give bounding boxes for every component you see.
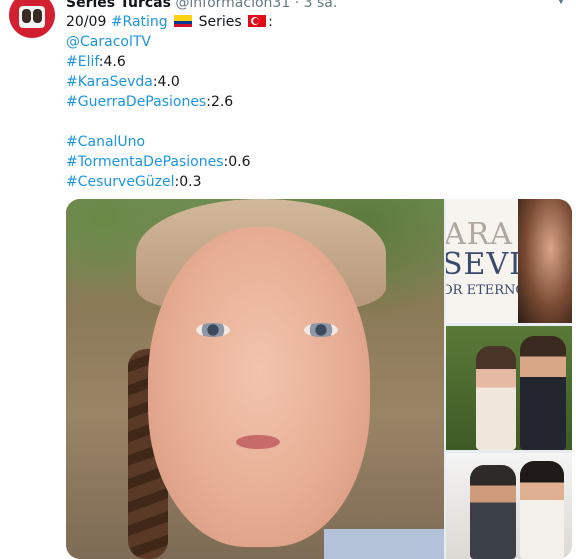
photo-shirt [324,529,444,559]
media-photo-karasevda[interactable]: ARA SEVDA OR ETERNO [446,199,572,323]
rating-row: #CesurveGüzel:0.3 [66,172,546,192]
rating-row: #Elif:4.6 [66,52,546,72]
header-separator: · [294,0,300,11]
photo-eye-right [304,323,338,337]
photo-person [520,461,564,559]
flag-turkey-icon [248,15,267,27]
channel-line: #CanalUno [66,132,546,152]
chevron-down-icon[interactable]: ▼ [556,0,566,6]
poster-subtitle: OR ETERNO [446,283,527,298]
rating-value: :0.3 [174,174,202,190]
tweet-timestamp[interactable]: 3 sa. [304,0,338,11]
flag-colombia-icon [174,15,193,27]
media-photo-cesurvegüzel[interactable] [446,453,572,559]
avatar[interactable] [9,0,55,38]
tweet-header: Series Turcas @informacion31 · 3 sa. [66,0,337,12]
rating-value: :4.0 [152,74,180,90]
hashtag-tormentadepasiones[interactable]: #TormentaDePasiones [66,154,224,170]
hashtag-rating[interactable]: #Rating [111,14,168,30]
media-photo-couple[interactable] [446,326,572,450]
tweet-text: 20/09 #Rating Series : @CaracolTV #Elif:… [66,12,546,192]
rating-value: :4.6 [98,54,126,70]
poster-couple [518,199,572,323]
rating-row: #KaraSevda:4.0 [66,72,546,92]
tweet-line-1: 20/09 #Rating Series : [66,12,546,32]
media-grid: ARA SEVDA OR ETERNO [66,199,572,559]
avatar-logo [19,6,45,28]
rating-value: :0.6 [223,154,251,170]
author-name[interactable]: Series Turcas [66,0,171,11]
line1-trailing: : [268,14,273,30]
rating-row: #TormentaDePasiones:0.6 [66,152,546,172]
author-handle[interactable]: @informacion31 [175,0,290,11]
mention-caracoltv[interactable]: @CaracolTV [66,34,151,50]
hashtag-elif[interactable]: #Elif [66,54,99,70]
hashtag-karasevda[interactable]: #KaraSevda [66,74,153,90]
photo-person [520,336,566,450]
mention-line: @CaracolTV [66,32,546,52]
media-photo-main[interactable] [66,199,444,559]
photo-person [476,346,516,450]
hashtag-canaluno[interactable]: #CanalUno [66,134,145,150]
hashtag-cesurveguzel[interactable]: #CesurveGüzel [66,174,175,190]
photo-mouth [236,435,280,449]
rating-value: :2.6 [206,94,234,110]
tweet-date: 20/09 [66,14,107,30]
photo-face [148,227,370,547]
hashtag-guerradepasiones[interactable]: #GuerraDePasiones [66,94,206,110]
photo-eye-left [196,323,230,337]
rating-row: #GuerraDePasiones:2.6 [66,92,546,112]
photo-person [470,465,516,559]
series-label: Series [198,14,242,30]
